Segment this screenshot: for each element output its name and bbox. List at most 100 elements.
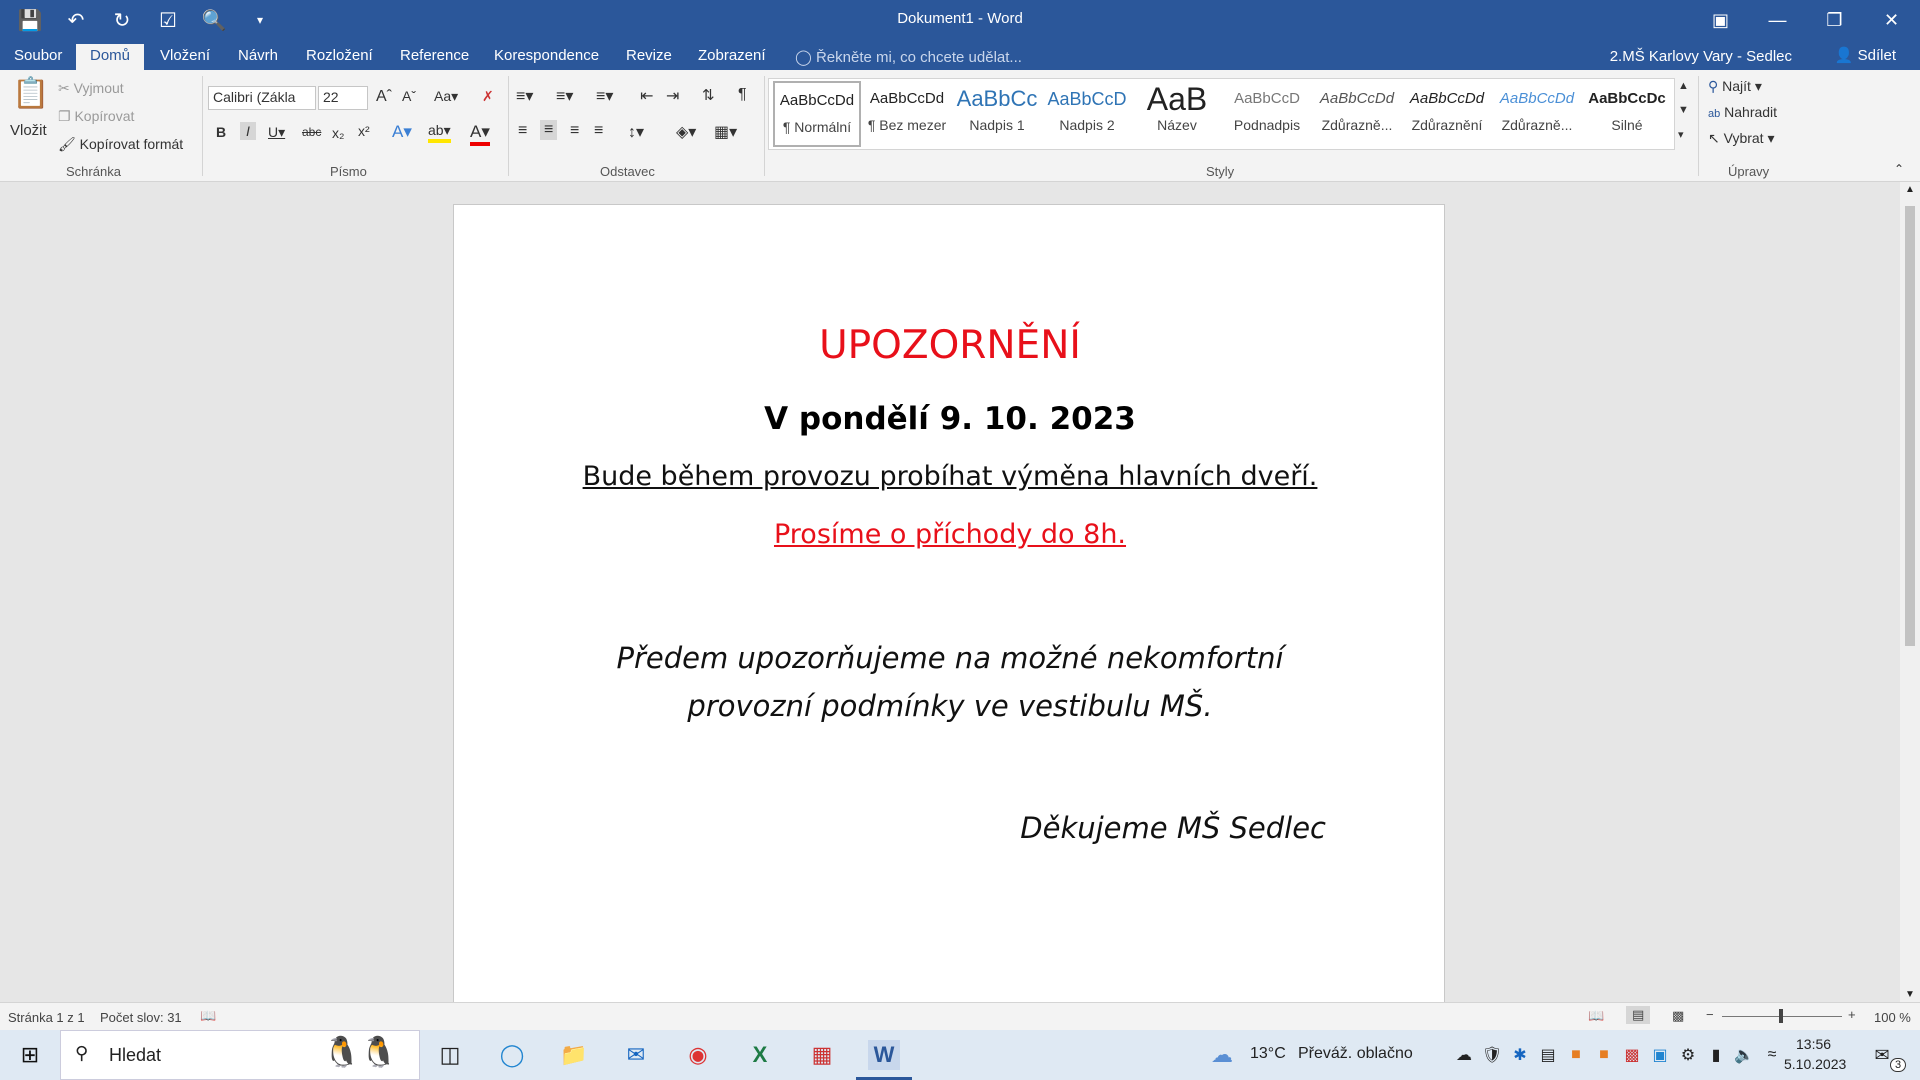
align-center-icon[interactable]: ≡ bbox=[540, 120, 558, 140]
bold-icon[interactable]: B bbox=[216, 124, 226, 140]
style-intense-emphasis[interactable]: AaBbCcDd Zdůrazně... bbox=[1493, 81, 1581, 147]
tab-zobrazeni[interactable]: Zobrazení bbox=[684, 44, 780, 70]
styles-scroll-up-icon[interactable]: ▲ bbox=[1678, 80, 1689, 92]
style-subtitle[interactable]: AaBbCcD Podnadpis bbox=[1223, 81, 1311, 147]
format-painter-button[interactable]: 🖌 Kopírovat formát bbox=[58, 136, 183, 153]
excel-icon[interactable]: X bbox=[744, 1040, 776, 1070]
tab-navrh[interactable]: Návrh bbox=[224, 44, 292, 70]
superscript-icon[interactable]: x² bbox=[358, 123, 370, 139]
share-button[interactable]: 👤 Sdílet bbox=[1835, 46, 1896, 64]
show-marks-icon[interactable]: ¶ bbox=[738, 86, 747, 104]
document-page[interactable]: UPOZORNĚNÍ V pondělí 9. 10. 2023 Bude bě… bbox=[453, 204, 1445, 1024]
select-button[interactable]: ↖ Vybrat ▾ bbox=[1708, 130, 1775, 147]
chrome-icon[interactable]: ◉ bbox=[682, 1040, 714, 1070]
font-color-icon[interactable]: A▾ bbox=[470, 122, 490, 146]
zoom-in-button[interactable]: + bbox=[1848, 1007, 1856, 1022]
vertical-scrollbar[interactable]: ▲ ▼ bbox=[1900, 182, 1920, 1002]
file-explorer-icon[interactable]: 📁 bbox=[558, 1040, 590, 1070]
clear-format-icon[interactable]: ✗ bbox=[482, 88, 494, 105]
user-name[interactable]: 2.MŠ Karlovy Vary - Sedlec bbox=[1610, 48, 1792, 65]
zoom-slider-thumb[interactable] bbox=[1779, 1009, 1783, 1023]
mail-icon[interactable]: ✉ bbox=[620, 1040, 652, 1070]
font-size-select[interactable]: 22 bbox=[318, 86, 368, 110]
style-preview: AaBbCcDd bbox=[1409, 90, 1485, 107]
clock-time[interactable]: 13:56 bbox=[1796, 1036, 1831, 1052]
tab-vlozeni[interactable]: Vložení bbox=[146, 44, 224, 70]
sort-icon[interactable]: ⇅ bbox=[702, 86, 715, 104]
taskbar-search[interactable]: ⚲ Hledat 🐧🐧 bbox=[60, 1030, 420, 1080]
justify-icon[interactable]: ≡ bbox=[594, 122, 603, 140]
task-view-icon[interactable]: ◫ bbox=[434, 1040, 466, 1070]
subscript-icon[interactable]: x₂ bbox=[332, 125, 344, 141]
clock-date[interactable]: 5.10.2023 bbox=[1784, 1056, 1846, 1072]
style-no-spacing[interactable]: AaBbCcDd ¶ Bez mezer bbox=[863, 81, 951, 147]
weather-text[interactable]: Převáž. oblačno bbox=[1298, 1045, 1413, 1063]
word-count[interactable]: Počet slov: 31 bbox=[100, 1010, 182, 1025]
scroll-up-icon[interactable]: ▲ bbox=[1905, 184, 1915, 195]
grow-font-icon[interactable]: Aˆ bbox=[376, 88, 392, 106]
borders-icon[interactable]: ▦▾ bbox=[714, 122, 737, 142]
ribbon-display-icon[interactable]: ▣ bbox=[1692, 0, 1749, 40]
zoom-out-button[interactable]: − bbox=[1706, 1007, 1714, 1022]
tab-rozlozeni[interactable]: Rozložení bbox=[292, 44, 387, 70]
shading-icon[interactable]: ◈▾ bbox=[676, 122, 696, 142]
minimize-button[interactable]: — bbox=[1749, 0, 1806, 40]
style-strong[interactable]: AaBbCcDc Silné bbox=[1583, 81, 1671, 147]
tab-domu[interactable]: Domů bbox=[76, 44, 145, 70]
page-count[interactable]: Stránka 1 z 1 bbox=[8, 1010, 85, 1025]
multilevel-list-icon[interactable]: ≡▾ bbox=[596, 86, 613, 106]
web-layout-icon[interactable]: ▩ bbox=[1672, 1008, 1684, 1024]
increase-indent-icon[interactable]: ⇥ bbox=[666, 86, 679, 106]
underline-icon[interactable]: U▾ bbox=[268, 124, 285, 141]
shrink-font-icon[interactable]: Aˇ bbox=[402, 88, 416, 104]
bullets-icon[interactable]: ≡▾ bbox=[516, 86, 533, 106]
style-heading-1[interactable]: AaBbCc Nadpis 1 bbox=[953, 81, 1041, 147]
style-heading-2[interactable]: AaBbCcD Nadpis 2 bbox=[1043, 81, 1131, 147]
text-effects-icon[interactable]: A▾ bbox=[392, 122, 412, 142]
collapse-ribbon-icon[interactable]: ⌃ bbox=[1894, 162, 1904, 176]
paste-button[interactable]: Vložit bbox=[10, 122, 47, 139]
replace-button[interactable]: ab Nahradit bbox=[1708, 104, 1777, 120]
doc-line-3b: provozní podmínky ve vestibulu MŠ. bbox=[687, 689, 1213, 723]
copy-button[interactable]: ❐ Kopírovat bbox=[58, 108, 134, 125]
style-title[interactable]: AaB Název bbox=[1133, 81, 1221, 147]
weather-icon[interactable]: ☁ bbox=[1206, 1040, 1238, 1070]
windows-start-icon[interactable]: ⊞ bbox=[14, 1040, 46, 1070]
close-button[interactable]: ✕ bbox=[1863, 0, 1920, 40]
decrease-indent-icon[interactable]: ⇤ bbox=[640, 86, 653, 106]
styles-more-icon[interactable]: ▾ bbox=[1678, 128, 1684, 141]
style-subtle-emphasis[interactable]: AaBbCcDd Zdůrazně... bbox=[1313, 81, 1401, 147]
zoom-level[interactable]: 100 % bbox=[1874, 1010, 1911, 1025]
style-normal[interactable]: AaBbCcDd ¶ Normální bbox=[773, 81, 861, 147]
tab-korespondence[interactable]: Korespondence bbox=[480, 44, 613, 70]
tell-me-search[interactable]: ◯ Řekněte mi, co chcete udělat... bbox=[795, 48, 1022, 66]
weather-temp[interactable]: 13°C bbox=[1250, 1045, 1286, 1063]
restore-button[interactable]: ❐ bbox=[1806, 0, 1863, 40]
font-name-select[interactable]: Calibri (Zákla bbox=[208, 86, 316, 110]
tab-revize[interactable]: Revize bbox=[612, 44, 686, 70]
app-icon[interactable]: ▦ bbox=[806, 1040, 838, 1070]
cut-button[interactable]: ✂ Vyjmout bbox=[58, 80, 124, 97]
find-button[interactable]: ⚲ Najít ▾ bbox=[1708, 78, 1762, 95]
tab-reference[interactable]: Reference bbox=[386, 44, 483, 70]
numbering-icon[interactable]: ≡▾ bbox=[556, 86, 573, 106]
styles-scroll-down-icon[interactable]: ▼ bbox=[1678, 104, 1689, 116]
scroll-down-icon[interactable]: ▼ bbox=[1905, 989, 1915, 1000]
scroll-thumb[interactable] bbox=[1905, 206, 1915, 646]
style-emphasis[interactable]: AaBbCcDd Zdůraznění bbox=[1403, 81, 1491, 147]
read-mode-icon[interactable]: 📖 bbox=[1588, 1008, 1604, 1024]
italic-icon[interactable]: I bbox=[240, 122, 256, 140]
line-spacing-icon[interactable]: ↕▾ bbox=[628, 122, 644, 142]
align-right-icon[interactable]: ≡ bbox=[570, 122, 579, 140]
proofing-icon[interactable]: 📖 bbox=[200, 1008, 216, 1024]
change-case-icon[interactable]: Aa▾ bbox=[434, 88, 458, 105]
strikethrough-icon[interactable]: abc bbox=[302, 125, 321, 139]
edge-icon[interactable]: ◯ bbox=[496, 1040, 528, 1070]
word-icon[interactable]: W bbox=[868, 1040, 900, 1070]
tab-soubor[interactable]: Soubor bbox=[0, 44, 76, 70]
highlight-icon[interactable]: ab▾ bbox=[428, 122, 451, 143]
paste-icon[interactable]: 📋 bbox=[12, 76, 49, 111]
print-layout-icon[interactable]: ▤ bbox=[1626, 1006, 1651, 1024]
cut-label: Vyjmout bbox=[73, 80, 124, 96]
align-left-icon[interactable]: ≡ bbox=[518, 122, 527, 140]
